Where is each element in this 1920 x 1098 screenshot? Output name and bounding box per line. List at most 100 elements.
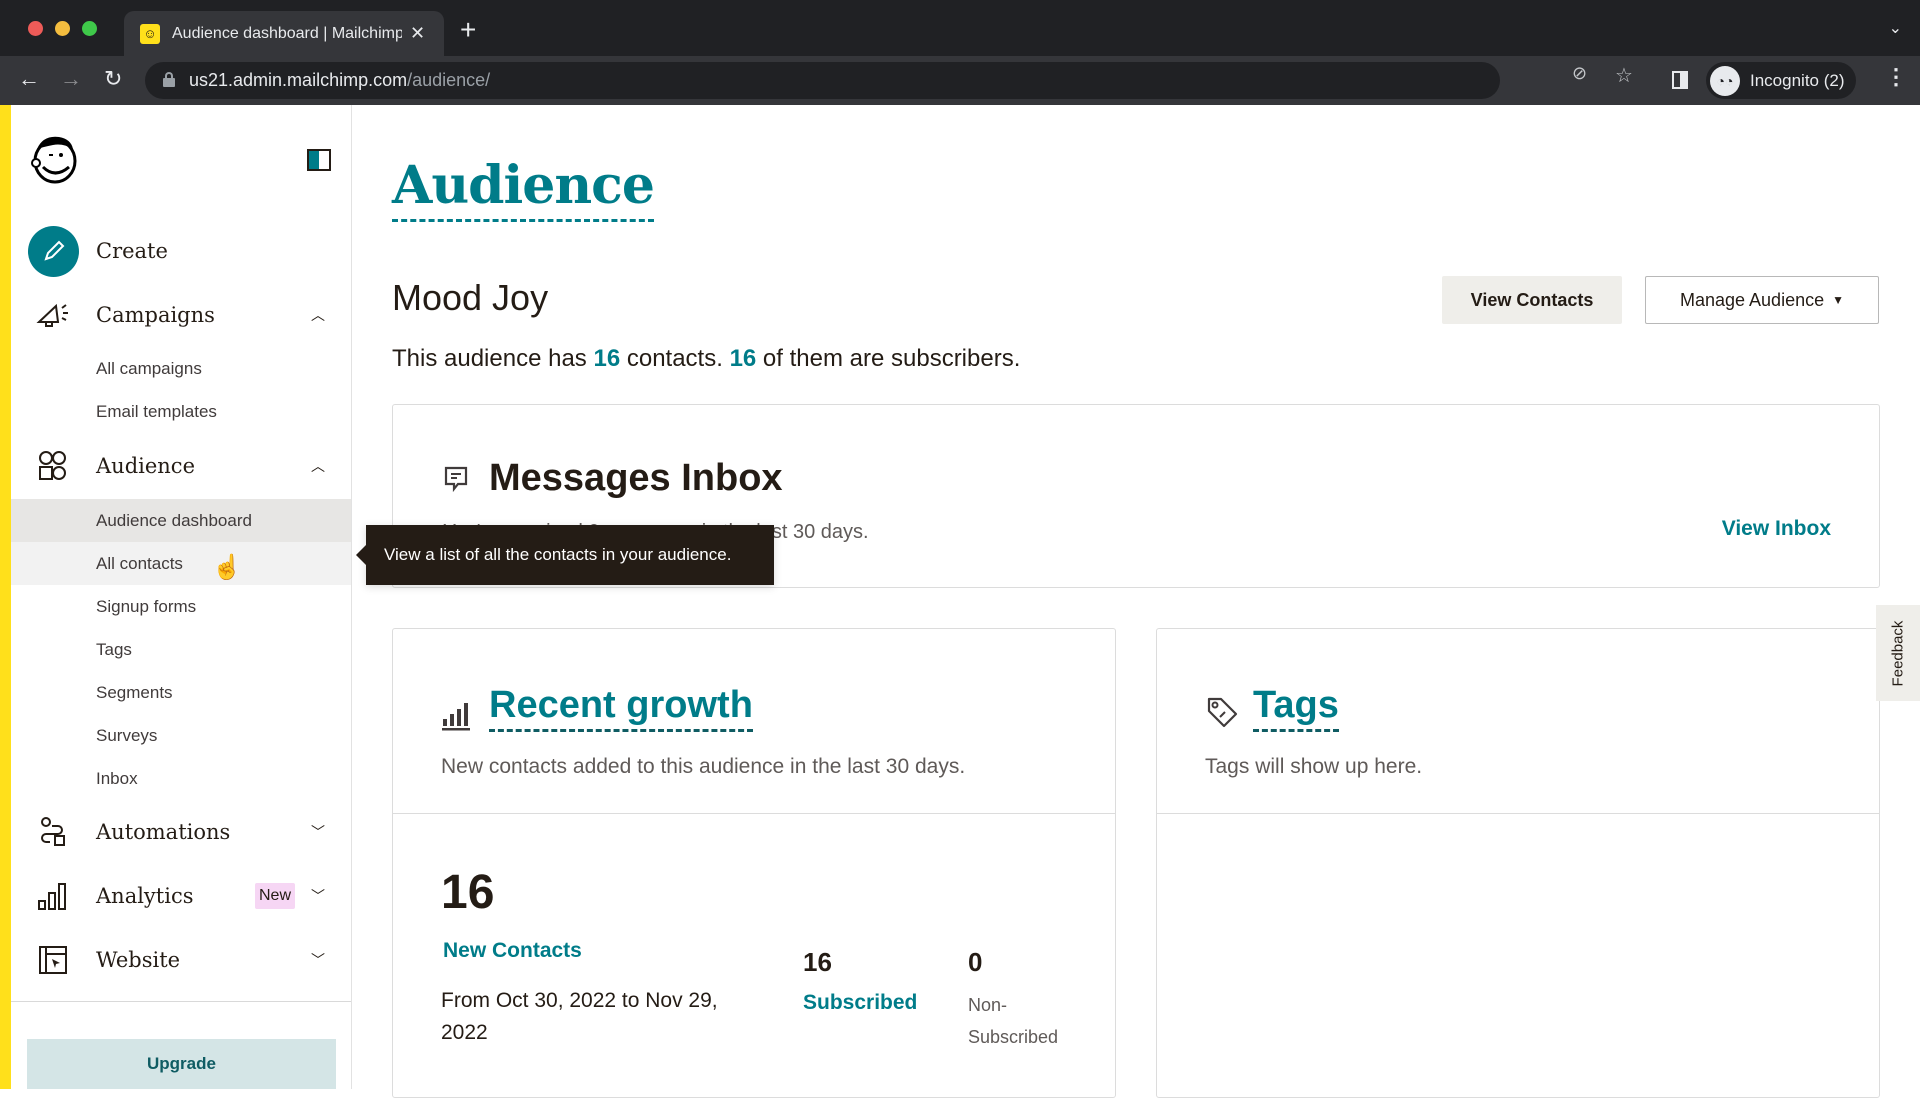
sidebar-item-label: Automations xyxy=(96,820,231,844)
sidebar-subitem-label: Email templates xyxy=(96,401,217,421)
sidebar-subitem-segments[interactable]: Segments xyxy=(11,671,351,714)
chevron-down-icon[interactable]: ﹀ xyxy=(311,822,325,842)
website-icon xyxy=(35,942,71,978)
page-title[interactable]: Audience xyxy=(392,153,655,222)
megaphone-icon xyxy=(35,297,71,333)
url-host: us21.admin.mailchimp.com xyxy=(189,70,408,90)
url-path: /audience/ xyxy=(407,70,491,90)
card-divider xyxy=(1157,813,1879,814)
feedback-label: Feedback xyxy=(1889,620,1907,686)
app: Create Campaigns ︿ All campaigns Email t… xyxy=(0,105,1920,1098)
analytics-bars-icon xyxy=(35,878,71,914)
subscribed-link[interactable]: Subscribed xyxy=(803,991,917,1015)
audience-summary: This audience has 16 contacts. 16 of the… xyxy=(392,345,1020,373)
manage-audience-dropdown[interactable]: Manage Audience ▼ xyxy=(1645,276,1879,324)
sidebar-item-automations[interactable]: Automations ﹀ xyxy=(11,800,351,864)
sidebar-subitem-email-templates[interactable]: Email templates xyxy=(11,390,351,433)
browser-menu-icon[interactable]: ⋮ xyxy=(1885,64,1907,90)
lock-icon xyxy=(163,72,175,87)
sidebar-subitem-label: All contacts xyxy=(96,553,183,573)
forward-arrow-icon[interactable]: → xyxy=(60,66,82,92)
side-panel-icon[interactable] xyxy=(1672,71,1688,89)
new-tab-plus-icon[interactable]: + xyxy=(460,14,476,46)
bookmark-star-icon[interactable]: ☆ xyxy=(1615,63,1633,88)
tags-card: Tags Tags will show up here. xyxy=(1156,628,1880,1098)
view-inbox-link[interactable]: View Inbox xyxy=(1722,517,1831,541)
chevron-up-icon[interactable]: ︿ xyxy=(311,305,325,325)
sidebar-subitem-inbox[interactable]: Inbox xyxy=(11,757,351,800)
contacts-count: 16 xyxy=(593,345,621,372)
sidebar-item-audience[interactable]: Audience ︿ xyxy=(11,433,351,499)
sidebar-subitem-tags[interactable]: Tags xyxy=(11,628,351,671)
sidebar-item-label: Website xyxy=(96,948,181,972)
browser-tab[interactable]: ☺ Audience dashboard | Mailchimp ✕ xyxy=(124,11,444,56)
tags-title[interactable]: Tags xyxy=(1253,681,1339,732)
tab-search-chevron-icon[interactable]: ⌄ xyxy=(1889,18,1902,38)
new-badge: New xyxy=(255,883,296,909)
sidebar-subitem-label: Audience dashboard xyxy=(96,510,252,530)
incognito-icon: ◔◔ xyxy=(1710,65,1740,96)
sidebar-item-create[interactable]: Create xyxy=(11,219,351,283)
new-contacts-count: 16 xyxy=(441,866,495,919)
sidebar-subitem-audience-dashboard[interactable]: Audience dashboard xyxy=(11,499,351,542)
incognito-profile-button[interactable]: ◔◔ Incognito (2) xyxy=(1706,62,1856,99)
reload-icon[interactable]: ↻ xyxy=(104,66,122,92)
sidebar-subitem-all-contacts[interactable]: All contacts xyxy=(11,542,351,585)
sidebar-subitem-label: All campaigns xyxy=(96,358,202,378)
tags-subtitle: Tags will show up here. xyxy=(1205,755,1423,778)
incognito-label: Incognito (2) xyxy=(1750,70,1845,90)
chevron-down-icon: ▼ xyxy=(1832,293,1844,307)
subscribed-count: 16 xyxy=(803,947,832,977)
upgrade-button[interactable]: Upgrade xyxy=(27,1039,336,1089)
chevron-down-icon[interactable]: ﹀ xyxy=(311,886,325,906)
sidebar-item-label: Create xyxy=(96,239,168,263)
feedback-tab[interactable]: Feedback xyxy=(1876,605,1920,701)
window-minimize-button[interactable] xyxy=(55,21,70,36)
pencil-icon xyxy=(28,225,79,277)
sidebar-subitem-label: Surveys xyxy=(96,725,158,745)
card-divider xyxy=(393,813,1115,814)
audience-faces-icon xyxy=(35,448,71,484)
back-arrow-icon[interactable]: ← xyxy=(18,66,40,92)
sidebar-subitem-label: Segments xyxy=(96,682,173,702)
summary-text: contacts. xyxy=(620,345,730,372)
sidebar-item-analytics[interactable]: Analytics New ﹀ xyxy=(11,864,351,928)
non-subscribed-label: Non-Subscribed xyxy=(968,995,1059,1047)
view-contacts-button[interactable]: View Contacts xyxy=(1442,276,1622,324)
manage-audience-label: Manage Audience xyxy=(1679,289,1825,310)
date-range: From Oct 30, 2022 to Nov 29, 2022 xyxy=(441,989,718,1044)
inbox-title: Messages Inbox xyxy=(489,457,783,499)
window-maximize-button[interactable] xyxy=(82,21,97,36)
recent-growth-title[interactable]: Recent growth xyxy=(489,681,753,732)
tag-icon xyxy=(1205,695,1239,729)
tab-title: Audience dashboard | Mailchimp xyxy=(172,24,402,42)
chevron-down-icon[interactable]: ﹀ xyxy=(311,950,325,970)
sidebar-subitem-label: Signup forms xyxy=(96,596,197,616)
window-close-button[interactable] xyxy=(28,21,43,36)
summary-text: of them are subscribers. xyxy=(756,345,1021,372)
signal-bars-icon xyxy=(441,701,473,731)
eye-off-icon[interactable]: ⊘ xyxy=(1572,63,1587,84)
sidebar-subitem-surveys[interactable]: Surveys xyxy=(11,714,351,757)
chevron-up-icon[interactable]: ︿ xyxy=(311,456,325,476)
non-subscribed-count: 0 xyxy=(968,947,983,977)
hand-pointer-cursor-icon: ☝ xyxy=(212,554,242,581)
new-contacts-link[interactable]: New Contacts xyxy=(443,939,582,963)
sidebar-subitem-signup-forms[interactable]: Signup forms xyxy=(11,585,351,628)
sidebar-subitem-label: Inbox xyxy=(96,768,138,788)
close-tab-icon[interactable]: ✕ xyxy=(410,23,425,44)
sidebar-subitem-all-campaigns[interactable]: All campaigns xyxy=(11,347,351,390)
address-bar[interactable]: us21.admin.mailchimp.com/audience/ xyxy=(145,62,1500,99)
mailchimp-favicon-icon: ☺ xyxy=(140,23,160,44)
sidebar-item-website[interactable]: Website ﹀ xyxy=(11,928,351,992)
subscribers-count: 16 xyxy=(729,345,757,372)
sidebar-subitem-label: Tags xyxy=(96,639,132,659)
collapse-sidebar-icon[interactable] xyxy=(307,149,331,171)
mailchimp-logo-icon[interactable] xyxy=(29,131,81,185)
sidebar-item-campaigns[interactable]: Campaigns ︿ xyxy=(11,283,351,347)
sidebar-item-label: Analytics xyxy=(96,884,194,908)
brand-strip xyxy=(0,105,11,1089)
all-contacts-tooltip: View a list of all the contacts in your … xyxy=(356,525,774,585)
summary-text: This audience has xyxy=(392,345,594,372)
url-text[interactable]: us21.admin.mailchimp.com/audience/ xyxy=(189,70,490,91)
